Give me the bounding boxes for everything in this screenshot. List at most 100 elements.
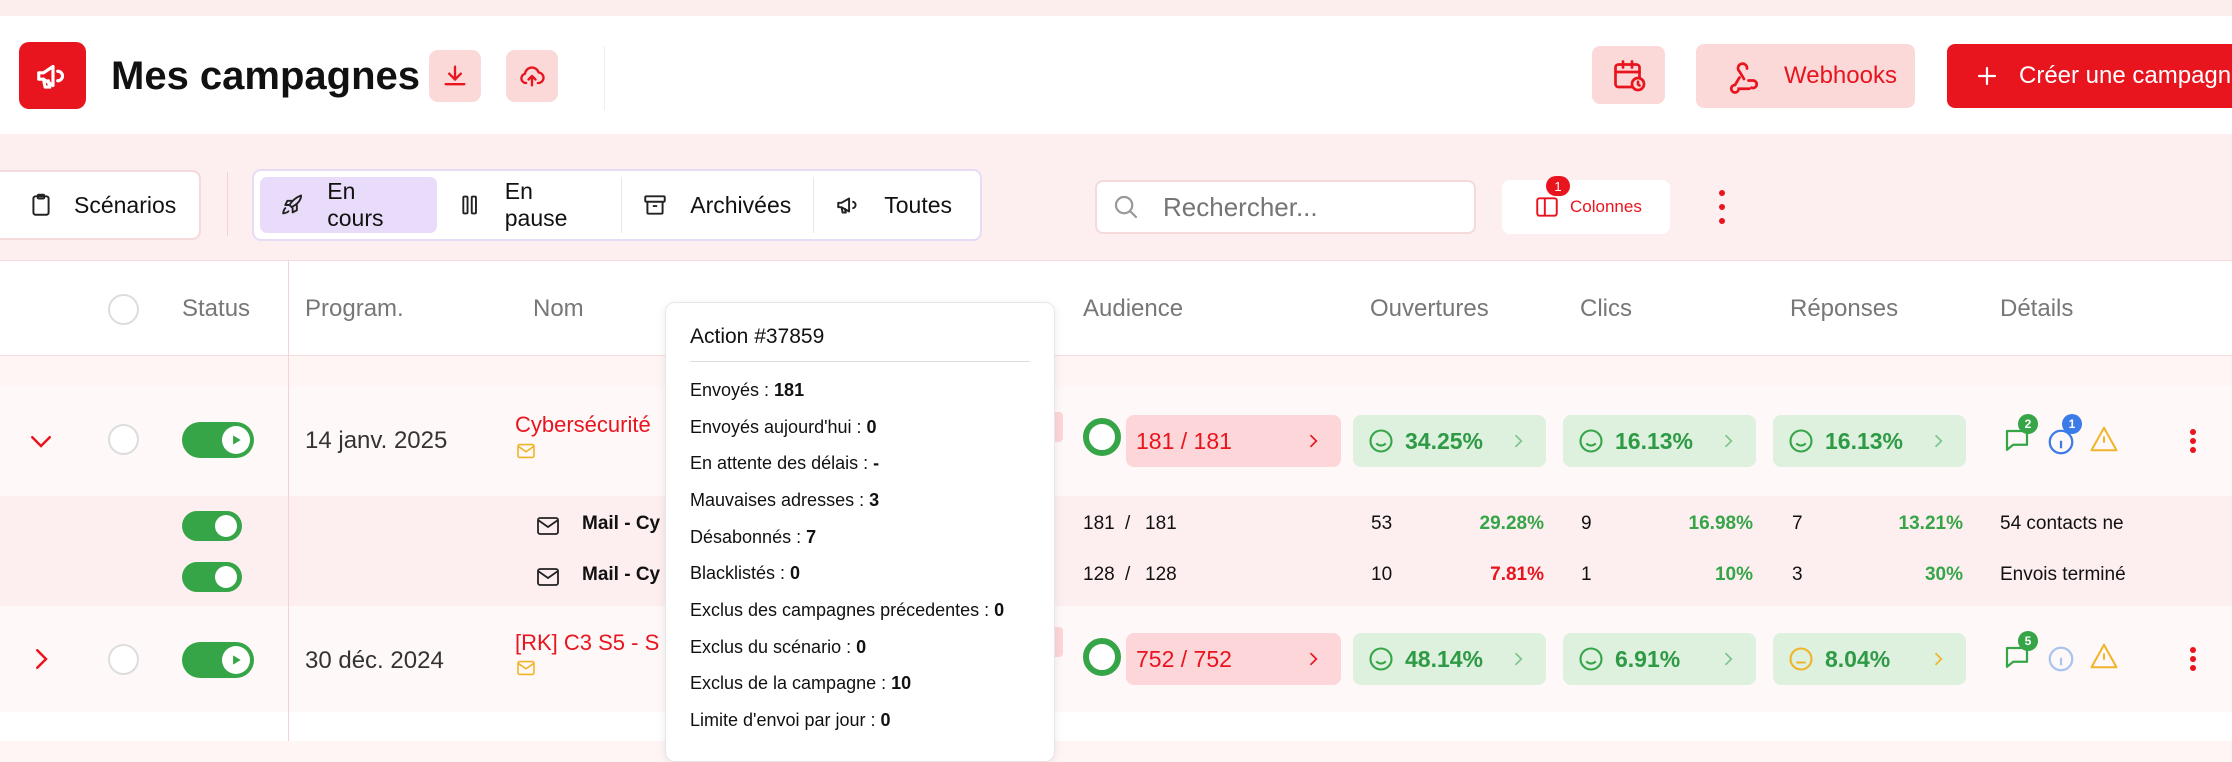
campaign-sub-rows: Mail - Cy Mail - Cy 181 / 181 53 29.28% …	[0, 496, 2232, 606]
sub-opens: 53	[1371, 513, 1393, 534]
megaphone-icon	[837, 197, 857, 214]
chevron-right-icon[interactable]	[26, 644, 56, 674]
clipboard-icon	[32, 193, 50, 216]
audience-pill[interactable]: 181 / 181	[1126, 415, 1341, 467]
sub-replies-pct: 13.21%	[1898, 513, 1963, 534]
clicks-pill[interactable]: 6.91%	[1563, 633, 1756, 685]
status-toggle[interactable]	[182, 642, 254, 678]
campaign-name-link[interactable]: [RK] C3 S5 - S	[515, 630, 659, 656]
audience-progress-ring	[1083, 638, 1121, 676]
opens-pill[interactable]: 34.25%	[1353, 415, 1546, 467]
header-audience[interactable]: Audience	[1083, 295, 1183, 323]
rocket-icon	[282, 194, 303, 215]
scenarios-button[interactable]: Scénarios	[0, 170, 201, 240]
header-program[interactable]: Program.	[305, 295, 404, 323]
search-icon	[1114, 195, 1138, 219]
chevron-right-icon	[1514, 652, 1523, 666]
filter-en-cours[interactable]: En cours	[260, 177, 438, 233]
header-name[interactable]: Nom	[533, 295, 584, 323]
smile-icon	[1369, 647, 1393, 671]
header-divider	[604, 46, 605, 110]
mail-icon	[517, 660, 535, 676]
smile-icon	[1579, 647, 1603, 671]
warning-icon[interactable]	[2088, 424, 2120, 454]
audience-pill[interactable]: 752 / 752	[1126, 633, 1341, 685]
pause-icon	[462, 195, 478, 215]
columns-label: Colonnes	[1570, 197, 1642, 216]
create-campaign-label: Créer une campagne	[2019, 62, 2232, 89]
replies-pill[interactable]: 8.04%	[1773, 633, 1966, 685]
mail-icon	[517, 443, 535, 459]
clicks-value: 16.13%	[1615, 427, 1694, 454]
column-divider	[288, 260, 289, 741]
calendar-button[interactable]	[1592, 46, 1665, 104]
row-more-menu-icon[interactable]	[2190, 647, 2196, 671]
scenarios-label: Scénarios	[74, 191, 177, 218]
tooltip-line: Exclus de la campagne :10	[690, 673, 912, 694]
filter-en-pause[interactable]: En pause	[437, 177, 623, 233]
create-campaign-button[interactable]: Créer une campagne	[1947, 44, 2232, 108]
sub-clicks: 1	[1581, 564, 1592, 585]
columns-icon	[1536, 197, 1558, 217]
replies-pill[interactable]: 16.13%	[1773, 415, 1966, 467]
search-box	[1095, 180, 1476, 234]
sub-sent: 181	[1083, 513, 1115, 534]
sub-status-toggle[interactable]	[182, 562, 242, 592]
filter-toutes[interactable]: Toutes	[814, 177, 974, 233]
search-input[interactable]	[1163, 191, 1443, 223]
sub-sep: /	[1125, 513, 1131, 534]
webhooks-label: Webhooks	[1784, 62, 1897, 89]
smile-icon	[1789, 429, 1813, 453]
sub-sep: /	[1125, 564, 1131, 585]
chevron-right-icon	[1514, 434, 1523, 448]
header-replies[interactable]: Réponses	[1790, 295, 1898, 323]
chevron-right-icon	[1934, 434, 1943, 448]
row-more-menu-icon[interactable]	[2190, 429, 2196, 453]
sub-action-name[interactable]: Mail - Cy	[582, 513, 660, 535]
header-status[interactable]: Status	[182, 295, 250, 323]
row-checkbox[interactable]	[108, 424, 139, 455]
archive-icon	[644, 195, 666, 215]
smile-icon	[1579, 429, 1603, 453]
header-details[interactable]: Détails	[2000, 295, 2073, 323]
campaign-row-partial	[0, 712, 2232, 741]
action-stats-tooltip: Action #37859 Envoyés :181 Envoyés aujou…	[665, 302, 1055, 762]
program-date: 14 janv. 2025	[305, 427, 448, 454]
sub-opens: 10	[1371, 564, 1393, 585]
opens-pill[interactable]: 48.14%	[1353, 633, 1546, 685]
filter-label: Toutes	[884, 191, 952, 218]
chevron-right-icon	[1309, 434, 1318, 448]
opens-value: 34.25%	[1405, 427, 1484, 454]
row-checkbox[interactable]	[108, 644, 139, 675]
header-opens[interactable]: Ouvertures	[1370, 295, 1489, 323]
campaign-name-link[interactable]: Cybersécurité	[515, 412, 651, 438]
toolbar-more-menu-icon[interactable]	[1718, 190, 1726, 224]
page-header: Mes campagnes Webhooks Créer une campagn…	[0, 16, 2232, 134]
download-button[interactable]	[429, 50, 481, 102]
audience-progress-ring	[1083, 418, 1121, 456]
chevron-right-icon	[1724, 652, 1733, 666]
chevron-down-icon[interactable]	[26, 426, 56, 456]
tooltip-line: Exclus des campagnes précedentes :0	[690, 599, 1005, 620]
filter-archivees[interactable]: Archivées	[622, 177, 815, 233]
webhooks-button[interactable]: Webhooks	[1696, 44, 1915, 108]
sub-status-toggle[interactable]	[182, 511, 242, 541]
plus-icon	[1977, 66, 1997, 86]
sub-clicks: 9	[1581, 513, 1592, 534]
comments-badge: 5	[2018, 631, 2038, 651]
header-clicks[interactable]: Clics	[1580, 295, 1632, 323]
sub-action-name[interactable]: Mail - Cy	[582, 564, 660, 586]
upload-button[interactable]	[506, 50, 558, 102]
columns-button[interactable]: 1 Colonnes	[1502, 176, 1670, 234]
tooltip-line: Blacklistés :0	[690, 563, 801, 584]
filter-label: En cours	[327, 178, 384, 231]
clicks-pill[interactable]: 16.13%	[1563, 415, 1756, 467]
select-all-checkbox[interactable]	[108, 294, 139, 325]
sub-opens-pct: 29.28%	[1479, 513, 1544, 534]
webhook-icon	[1729, 62, 1759, 94]
info-icon[interactable]	[2046, 644, 2076, 674]
status-toggle[interactable]	[182, 422, 254, 458]
mail-icon	[537, 568, 559, 586]
warning-icon[interactable]	[2088, 641, 2120, 671]
sub-replies-pct: 30%	[1924, 564, 1963, 585]
